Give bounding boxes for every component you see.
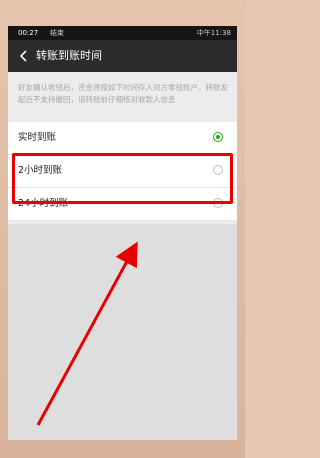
- phone-bottom-bezel: [0, 440, 245, 458]
- annotation-arrow-icon: [36, 241, 138, 426]
